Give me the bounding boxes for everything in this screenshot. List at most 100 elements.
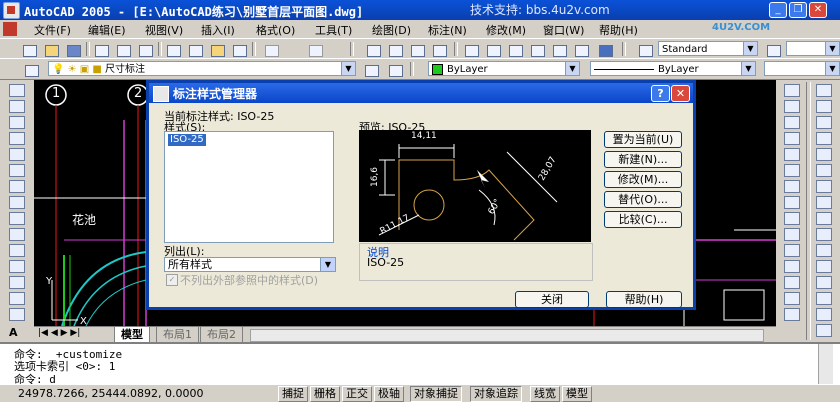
sheet-set-icon[interactable]: [528, 42, 546, 58]
close-dialog-button[interactable]: 关闭: [515, 291, 589, 308]
help-dialog-button[interactable]: 帮助(H): [606, 291, 682, 308]
make-current-layer-icon[interactable]: [362, 62, 380, 78]
tool-palettes-icon[interactable]: [506, 42, 524, 58]
dim-angular-icon[interactable]: [816, 196, 832, 209]
color-select[interactable]: ByLayer ▼: [428, 61, 580, 76]
save-icon[interactable]: [64, 42, 82, 58]
override-style-button[interactable]: 替代(O)...: [604, 191, 682, 208]
command-window[interactable]: 命令: _+customize 选项卡索引 <0>: 1 命令: d: [0, 342, 840, 386]
menu-modify[interactable]: 修改(M): [486, 22, 526, 38]
dim-diameter-icon[interactable]: [816, 180, 832, 193]
new-style-button[interactable]: 新建(N)...: [604, 151, 682, 168]
tab-model[interactable]: 模型: [114, 327, 150, 343]
tab-layout1[interactable]: 布局1: [156, 327, 199, 343]
dialog-close-button[interactable]: ✕: [671, 85, 690, 102]
menu-dimension[interactable]: 标注(N): [428, 22, 467, 38]
cut-icon[interactable]: [164, 42, 182, 58]
close-button[interactable]: ✕: [809, 2, 827, 18]
mirror-icon[interactable]: [784, 116, 800, 129]
dim-style-icon[interactable]: [764, 42, 782, 58]
quick-leader-icon[interactable]: [816, 260, 832, 273]
break-icon[interactable]: [784, 260, 800, 273]
linetype-select[interactable]: ByLayer ▼: [590, 61, 756, 76]
quick-dim-icon[interactable]: [816, 212, 832, 225]
command-scrollbar[interactable]: [818, 344, 833, 384]
text-style-select[interactable]: Standard ▼: [658, 41, 758, 56]
pan-icon[interactable]: [364, 42, 382, 58]
construction-line-icon[interactable]: [9, 100, 25, 113]
plot-preview-icon[interactable]: [114, 42, 132, 58]
menu-draw[interactable]: 绘图(D): [372, 22, 411, 38]
ellipse-icon[interactable]: [9, 228, 25, 241]
menu-view[interactable]: 视图(V): [145, 22, 183, 38]
undo-icon[interactable]: [262, 42, 280, 58]
region-icon[interactable]: [9, 308, 25, 321]
properties-icon[interactable]: [462, 42, 480, 58]
styles-list[interactable]: ISO-25: [164, 131, 334, 243]
menu-format[interactable]: 格式(O): [256, 22, 295, 38]
layer-select[interactable]: 💡 ☀ ▣ ■ 尺寸标注 ▼: [48, 61, 356, 76]
chamfer-icon[interactable]: [784, 276, 800, 289]
set-current-button[interactable]: 置为当前(U): [604, 131, 682, 148]
stretch-icon[interactable]: [784, 212, 800, 225]
tolerance-icon[interactable]: [816, 276, 832, 289]
multiline-text-icon[interactable]: A: [9, 326, 25, 339]
lineweight-select[interactable]: ▼: [764, 61, 840, 76]
line-icon[interactable]: [9, 84, 25, 97]
plot-icon[interactable]: [92, 42, 110, 58]
horizontal-scrollbar[interactable]: [250, 329, 764, 342]
menu-insert[interactable]: 插入(I): [201, 22, 235, 38]
design-center-icon[interactable]: [484, 42, 502, 58]
spline-icon[interactable]: [9, 212, 25, 225]
polyline-icon[interactable]: [9, 116, 25, 129]
help-icon[interactable]: [596, 42, 614, 58]
exclude-xref-checkbox[interactable]: ✓: [166, 274, 178, 286]
trim-icon[interactable]: [784, 228, 800, 241]
revision-cloud-icon[interactable]: [9, 196, 25, 209]
dim-radius-icon[interactable]: [816, 148, 832, 161]
fillet-icon[interactable]: [784, 292, 800, 305]
match-properties-icon[interactable]: [230, 42, 248, 58]
redo-icon[interactable]: [306, 42, 324, 58]
paste-icon[interactable]: [208, 42, 226, 58]
erase-icon[interactable]: [784, 84, 800, 97]
zoom-realtime-icon[interactable]: [386, 42, 404, 58]
arc-icon[interactable]: [9, 164, 25, 177]
menu-edit[interactable]: 编辑(E): [88, 22, 126, 38]
minimize-button[interactable]: _: [769, 2, 787, 18]
center-mark-icon[interactable]: [816, 292, 832, 305]
dim-linear-icon[interactable]: [816, 84, 832, 97]
dim-arc-icon[interactable]: [816, 116, 832, 129]
make-block-icon[interactable]: [9, 260, 25, 273]
calculator-icon[interactable]: [572, 42, 590, 58]
dim-baseline-icon[interactable]: [816, 228, 832, 241]
restore-button[interactable]: ❐: [789, 2, 807, 18]
layer-manager-icon[interactable]: [22, 62, 40, 78]
menu-window[interactable]: 窗口(W): [543, 22, 584, 38]
hatch-icon[interactable]: [9, 292, 25, 305]
menu-tools[interactable]: 工具(T): [315, 22, 352, 38]
publish-icon[interactable]: [136, 42, 154, 58]
copy-icon[interactable]: [186, 42, 204, 58]
explode-icon[interactable]: [784, 308, 800, 321]
dim-update-icon[interactable]: [816, 324, 832, 337]
open-icon[interactable]: [42, 42, 60, 58]
modify-style-button[interactable]: 修改(M)...: [604, 171, 682, 188]
dim-ordinate-icon[interactable]: [816, 132, 832, 145]
list-filter-select[interactable]: 所有样式 ▼: [164, 257, 336, 272]
text-style-icon[interactable]: [636, 42, 654, 58]
layer-previous-icon[interactable]: [386, 62, 404, 78]
circle-icon[interactable]: [9, 180, 25, 193]
dim-jogged-icon[interactable]: [816, 164, 832, 177]
point-icon[interactable]: [9, 276, 25, 289]
menu-help[interactable]: 帮助(H): [599, 22, 638, 38]
dim-aligned-icon[interactable]: [816, 100, 832, 113]
style-item-iso25[interactable]: ISO-25: [168, 134, 206, 146]
scale-icon[interactable]: [784, 196, 800, 209]
zoom-window-icon[interactable]: [408, 42, 426, 58]
dim-edit-icon[interactable]: [816, 308, 832, 321]
offset-icon[interactable]: [784, 132, 800, 145]
move-icon[interactable]: [784, 164, 800, 177]
dim-style-select[interactable]: ▼: [786, 41, 840, 56]
rectangle-icon[interactable]: [9, 148, 25, 161]
